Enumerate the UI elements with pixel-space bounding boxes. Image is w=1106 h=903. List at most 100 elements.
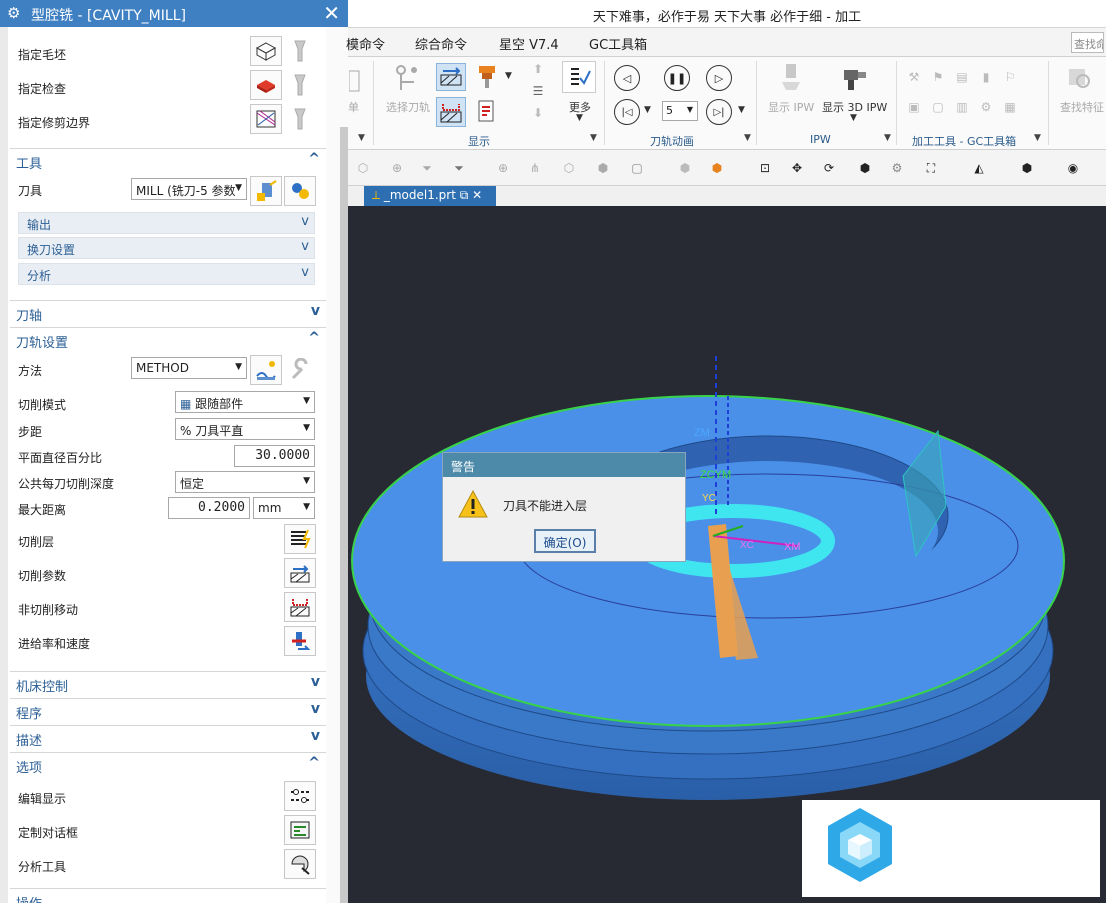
- path-settings-section-header[interactable]: 刀轨设置 ^: [10, 327, 326, 351]
- edit-display-button[interactable]: [284, 781, 316, 811]
- view-zoom-icon[interactable]: ⛶: [918, 155, 944, 181]
- menu-item-combined-commands[interactable]: 综合命令: [415, 34, 467, 53]
- description-section-header[interactable]: 描述 v: [10, 725, 326, 749]
- method-select[interactable]: METHOD ▼: [131, 357, 247, 379]
- gc-tool-1[interactable]: ⚒: [904, 67, 924, 87]
- filter-icon-11[interactable]: ⬢: [704, 155, 730, 181]
- specify-blank-button[interactable]: [250, 36, 282, 66]
- gc-tool-4[interactable]: ▮: [976, 67, 996, 87]
- step-back-button[interactable]: |◁: [614, 99, 640, 125]
- view-render-icon[interactable]: ⬢: [1014, 155, 1040, 181]
- dropdown-arrow-icon[interactable]: ▼: [505, 71, 512, 81]
- show-toolpath-button[interactable]: [436, 63, 466, 91]
- analysis-subsection[interactable]: 分析 v: [18, 263, 315, 285]
- group-menu-arrow[interactable]: ▼: [1034, 133, 1041, 143]
- percent-diameter-input[interactable]: 30.0000: [234, 445, 315, 467]
- tool-section-header[interactable]: 工具 ^: [10, 148, 326, 172]
- stepover-select[interactable]: % 刀具平直 ▼: [175, 418, 315, 440]
- frame-select[interactable]: 5 ▼: [662, 101, 698, 121]
- scrollbar-thumb[interactable]: [340, 127, 348, 903]
- more-display-button[interactable]: [562, 61, 596, 93]
- display-blank-button[interactable]: [284, 36, 316, 66]
- show-tool-button[interactable]: [472, 63, 502, 91]
- operations-section-header[interactable]: 操作: [10, 888, 326, 903]
- step-forward-button[interactable]: ▷|: [706, 99, 732, 125]
- gc-tool-9[interactable]: ⚙: [976, 97, 996, 117]
- play-reverse-button[interactable]: ◁: [614, 65, 640, 91]
- gc-tool-5[interactable]: ⚐: [1000, 67, 1020, 87]
- filter-icon-2[interactable]: ⊕: [384, 155, 410, 181]
- move-down-button[interactable]: ⬇: [528, 105, 548, 121]
- dialog-scrollbar[interactable]: [326, 27, 348, 903]
- find-feature-button[interactable]: [1064, 61, 1094, 95]
- select-toolpath-button[interactable]: [392, 61, 422, 95]
- show-3d-ipw-button[interactable]: [838, 61, 872, 95]
- custom-dialog-button[interactable]: [284, 815, 316, 845]
- tool-change-subsection[interactable]: 换刀设置 v: [18, 237, 315, 259]
- filter-icon-8[interactable]: ⬢: [590, 155, 616, 181]
- view-settings-icon[interactable]: ⚙: [884, 155, 910, 181]
- gc-tool-7[interactable]: ▢: [928, 97, 948, 117]
- options-section-header[interactable]: 选项 ^: [10, 752, 326, 776]
- group-menu-arrow[interactable]: ▼: [590, 133, 597, 143]
- filter-icon-4[interactable]: ⏷: [446, 155, 472, 181]
- cut-pattern-select[interactable]: ▦ 跟随部件 ▼: [175, 391, 315, 413]
- new-method-button[interactable]: [250, 355, 282, 385]
- dialog-titlebar[interactable]: ⚙ 型腔铣 - [CAVITY_MILL] ✕: [0, 0, 348, 27]
- filter-icon-3[interactable]: ⏷: [414, 155, 440, 181]
- close-icon[interactable]: ✕: [472, 188, 482, 202]
- view-section-icon[interactable]: ◭: [966, 155, 992, 181]
- menu-item-gc-toolbox[interactable]: GC工具箱: [589, 34, 647, 53]
- filter-icon-10[interactable]: ⬢: [672, 155, 698, 181]
- edit-method-button[interactable]: [284, 355, 316, 385]
- dropdown-arrow-icon[interactable]: ▼: [738, 105, 745, 115]
- play-button[interactable]: ▷: [706, 65, 732, 91]
- group-menu-arrow[interactable]: ▼: [744, 133, 751, 143]
- view-layer-icon[interactable]: ◉: [1060, 155, 1086, 181]
- filter-icon-9[interactable]: ▢: [624, 155, 650, 181]
- gc-tool-8[interactable]: ▥: [952, 97, 972, 117]
- program-section-header[interactable]: 程序 v: [10, 698, 326, 722]
- warning-title[interactable]: 警告: [443, 453, 685, 477]
- output-subsection[interactable]: 输出 v: [18, 212, 315, 234]
- display-trim-button[interactable]: [284, 104, 316, 134]
- generate-toolpath-button[interactable]: [436, 97, 466, 127]
- filter-icon-6[interactable]: ⋔: [522, 155, 548, 181]
- view-shaded-icon[interactable]: ⬢: [852, 155, 878, 181]
- dropdown-arrow-icon[interactable]: ▼: [644, 105, 651, 115]
- feeds-speeds-button[interactable]: [284, 626, 316, 656]
- dropdown-arrow-icon[interactable]: ▼: [850, 113, 857, 123]
- filter-icon-7[interactable]: ⬡: [556, 155, 582, 181]
- max-distance-input[interactable]: 0.2000: [168, 497, 250, 519]
- pin-icon[interactable]: ⧉: [460, 188, 469, 202]
- dropdown-arrow-icon[interactable]: ▼: [576, 113, 583, 123]
- show-ipw-button[interactable]: [774, 61, 808, 95]
- gc-tool-10[interactable]: ▦: [1000, 97, 1020, 117]
- specify-check-button[interactable]: [250, 70, 282, 100]
- filter-icon-1[interactable]: ⬡: [350, 155, 376, 181]
- partial-list-icon[interactable]: [348, 65, 362, 97]
- file-tab[interactable]: ⟂ _model1.prt ⧉ ✕: [364, 186, 496, 206]
- menu-item-xingkong[interactable]: 星空 V7.4: [499, 34, 559, 53]
- depth-per-cut-select[interactable]: 恒定 ▼: [175, 471, 315, 493]
- machine-control-section-header[interactable]: 机床控制 v: [10, 671, 326, 695]
- specify-trim-boundary-button[interactable]: [250, 104, 282, 134]
- group-menu-arrow[interactable]: ▼: [358, 133, 365, 143]
- tool-select[interactable]: MILL (铣刀-5 参数 ▼: [131, 178, 247, 200]
- tool-axis-section-header[interactable]: 刀轴 v: [10, 300, 326, 324]
- display-check-button[interactable]: [284, 70, 316, 100]
- gc-tool-2[interactable]: ⚑: [928, 67, 948, 87]
- view-rotate-icon[interactable]: ⟳: [816, 155, 842, 181]
- gc-tool-6[interactable]: ▣: [904, 97, 924, 117]
- analysis-tools-button[interactable]: [284, 849, 316, 879]
- edit-tool-button[interactable]: [284, 176, 316, 206]
- max-distance-unit-select[interactable]: mm ▼: [253, 497, 315, 519]
- new-tool-button[interactable]: [250, 176, 282, 206]
- pause-button[interactable]: ❚❚: [664, 65, 690, 91]
- toolpath-list-button[interactable]: [472, 97, 502, 127]
- gc-tool-3[interactable]: ▤: [952, 67, 972, 87]
- cut-levels-button[interactable]: [284, 524, 316, 554]
- non-cutting-moves-button[interactable]: [284, 592, 316, 622]
- menu-item-modeling-commands[interactable]: 模命令: [346, 34, 385, 53]
- view-fit-icon[interactable]: ⊡: [752, 155, 778, 181]
